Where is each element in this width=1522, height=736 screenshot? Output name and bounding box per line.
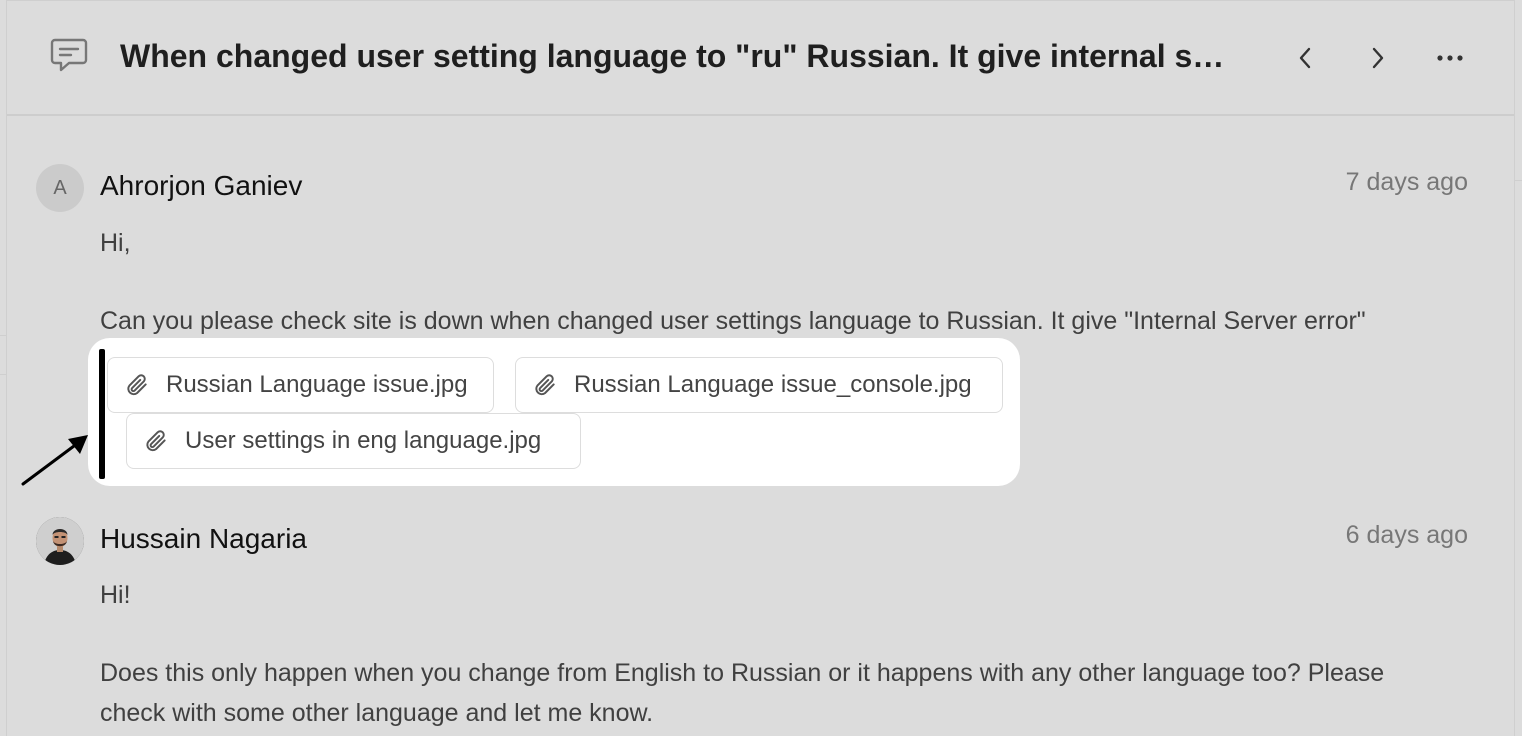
attachment-name: Russian Language issue.jpg xyxy=(166,371,468,398)
attachment-name: Russian Language issue_console.jpg xyxy=(574,371,972,398)
timestamp: 7 days ago xyxy=(1345,168,1468,196)
message-text: Does this only happen when you change fr… xyxy=(100,659,1385,687)
comment-icon xyxy=(50,38,88,72)
paperclip-icon xyxy=(127,374,147,396)
chevron-left-icon xyxy=(1299,47,1311,69)
next-thread-button[interactable] xyxy=(1363,41,1393,75)
chevron-right-icon xyxy=(1372,47,1384,69)
author-name: Ahrorjon Ganiev xyxy=(100,170,303,201)
message: Hussain Nagaria 6 days ago Hi! Does this… xyxy=(36,517,1476,736)
paperclip-icon xyxy=(535,374,555,396)
thread-header: When changed user setting language to "r… xyxy=(7,0,1514,116)
message: A Ahrorjon Ganiev 7 days ago Hi, Can you… xyxy=(36,164,1476,344)
avatar xyxy=(36,517,84,565)
outer-panel-edge xyxy=(1515,180,1522,181)
message-text: check with some other language and let m… xyxy=(100,699,654,727)
more-options-button[interactable] xyxy=(1435,41,1465,75)
highlight-marker xyxy=(99,349,105,479)
attachment-chip[interactable]: Russian Language issue_console.jpg xyxy=(515,357,1003,413)
annotation-arrow-icon xyxy=(21,435,88,486)
attachment-name: User settings in eng language.jpg xyxy=(185,427,542,454)
paperclip-icon xyxy=(146,430,166,452)
attachment-chip[interactable]: User settings in eng language.jpg xyxy=(126,413,581,469)
avatar: A xyxy=(36,164,84,212)
timestamp: 6 days ago xyxy=(1345,521,1468,549)
more-horizontal-icon xyxy=(1437,55,1463,61)
message-text: Hi! xyxy=(100,581,131,609)
user-avatar-photo xyxy=(36,517,84,565)
message-text: Can you please check site is down when c… xyxy=(100,307,1366,335)
author-name: Hussain Nagaria xyxy=(100,523,307,554)
message-text: Hi, xyxy=(100,229,131,257)
attachment-chip[interactable]: Russian Language issue.jpg xyxy=(107,357,494,413)
previous-thread-button[interactable] xyxy=(1290,41,1320,75)
thread-title: When changed user setting language to "r… xyxy=(120,38,1230,74)
